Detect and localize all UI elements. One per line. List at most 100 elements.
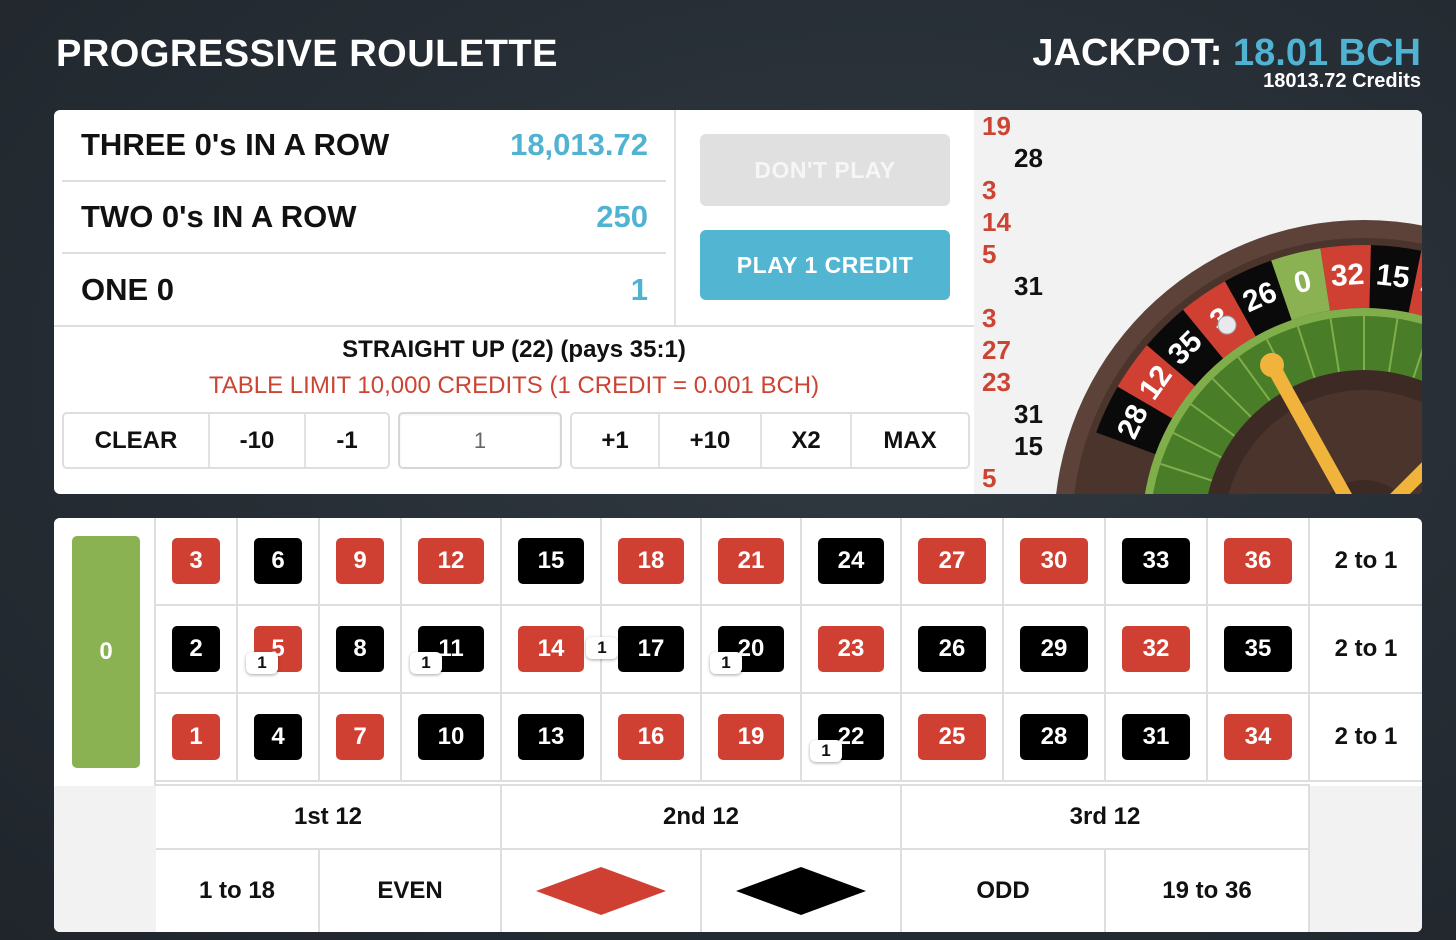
number-16[interactable]: 16 bbox=[618, 714, 684, 760]
dozen-bet-1[interactable]: 1st 12 bbox=[156, 784, 502, 848]
dozen-bet-2[interactable]: 2nd 12 bbox=[502, 784, 902, 848]
odd-bet[interactable]: ODD bbox=[902, 848, 1106, 932]
number-cell[interactable]: 30 bbox=[1004, 518, 1106, 606]
bet-chip[interactable]: 1 bbox=[410, 652, 442, 674]
bet-chip[interactable]: 1 bbox=[710, 652, 742, 674]
number-cell[interactable]: 23 bbox=[802, 606, 902, 694]
number-cell[interactable]: 33 bbox=[1106, 518, 1208, 606]
number-cell[interactable]: 26 bbox=[902, 606, 1004, 694]
number-cell[interactable]: 25 bbox=[902, 694, 1004, 782]
number-11[interactable]: 11 1 bbox=[410, 626, 484, 674]
low-bet[interactable]: 1 to 18 bbox=[156, 848, 320, 932]
number-cell[interactable]: 20 1 bbox=[702, 606, 802, 694]
column-bet[interactable]: 2 to 1 bbox=[1310, 518, 1422, 606]
number-cell[interactable]: 9 bbox=[320, 518, 402, 606]
number-15[interactable]: 15 bbox=[518, 538, 584, 584]
bet-chip[interactable]: 1 bbox=[246, 652, 278, 674]
increase-group: +1 +10 X2 MAX bbox=[570, 412, 970, 469]
number-cell[interactable]: 10 bbox=[402, 694, 502, 782]
number-cell[interactable]: 18 bbox=[602, 518, 702, 606]
number-10[interactable]: 10 bbox=[418, 714, 484, 760]
plus-10-button[interactable]: +10 bbox=[660, 414, 762, 467]
bet-chip[interactable]: 1 bbox=[810, 740, 842, 762]
number-24[interactable]: 24 bbox=[818, 538, 884, 584]
number-3[interactable]: 3 bbox=[172, 538, 220, 584]
number-cell[interactable]: 8 bbox=[320, 606, 402, 694]
number-cell[interactable]: 32 bbox=[1106, 606, 1208, 694]
number-cell[interactable]: 2 bbox=[156, 606, 238, 694]
number-0[interactable]: 0 bbox=[72, 536, 140, 768]
number-cell[interactable]: 27 bbox=[902, 518, 1004, 606]
even-bet[interactable]: EVEN bbox=[320, 848, 502, 932]
number-cell[interactable]: 12 bbox=[402, 518, 502, 606]
number-cell[interactable]: 6 bbox=[238, 518, 320, 606]
minus-1-button[interactable]: -1 bbox=[306, 414, 388, 467]
plus-1-button[interactable]: +1 bbox=[572, 414, 660, 467]
number-14[interactable]: 14 bbox=[518, 626, 584, 672]
dont-play-button[interactable]: DON'T PLAY bbox=[700, 134, 950, 206]
number-cell[interactable]: 19 bbox=[702, 694, 802, 782]
number-1[interactable]: 1 bbox=[172, 714, 220, 760]
number-cell[interactable]: 31 bbox=[1106, 694, 1208, 782]
play-button[interactable]: PLAY 1 CREDIT bbox=[700, 230, 950, 300]
prize-row: THREE 0's IN A ROW 18,013.72 bbox=[62, 110, 666, 182]
black-bet[interactable] bbox=[702, 848, 902, 932]
number-26[interactable]: 26 bbox=[918, 626, 986, 672]
column-bet[interactable]: 2 to 1 bbox=[1310, 694, 1422, 782]
x2-button[interactable]: X2 bbox=[762, 414, 852, 467]
number-27[interactable]: 27 bbox=[918, 538, 986, 584]
number-cell[interactable]: 1 bbox=[156, 694, 238, 782]
number-cell[interactable]: 21 bbox=[702, 518, 802, 606]
max-button[interactable]: MAX bbox=[852, 414, 968, 467]
number-4[interactable]: 4 bbox=[254, 714, 302, 760]
number-cell[interactable]: 51 bbox=[238, 606, 320, 694]
number-35[interactable]: 35 bbox=[1224, 626, 1292, 672]
number-cell[interactable]: 4 bbox=[238, 694, 320, 782]
bet-chip[interactable]: 1 bbox=[586, 637, 618, 659]
number-9[interactable]: 9 bbox=[336, 538, 384, 584]
number-7[interactable]: 7 bbox=[336, 714, 384, 760]
dozen-bet-3[interactable]: 3rd 12 bbox=[902, 784, 1310, 848]
number-19[interactable]: 19 bbox=[718, 714, 784, 760]
number-cell[interactable]: 11 1 bbox=[402, 606, 502, 694]
number-cell[interactable]: 22 1 bbox=[802, 694, 902, 782]
number-32[interactable]: 32 bbox=[1122, 626, 1190, 672]
number-6[interactable]: 6 bbox=[254, 538, 302, 584]
number-cell[interactable]: 36 bbox=[1208, 518, 1310, 606]
number-21[interactable]: 21 bbox=[718, 538, 784, 584]
number-29[interactable]: 29 bbox=[1020, 626, 1088, 672]
number-28[interactable]: 28 bbox=[1020, 714, 1088, 760]
number-cell[interactable]: 13 bbox=[502, 694, 602, 782]
number-18[interactable]: 18 bbox=[618, 538, 684, 584]
number-8[interactable]: 8 bbox=[336, 626, 384, 672]
number-cell[interactable]: 29 bbox=[1004, 606, 1106, 694]
number-34[interactable]: 34 bbox=[1224, 714, 1292, 760]
red-bet[interactable] bbox=[502, 848, 702, 932]
number-30[interactable]: 30 bbox=[1020, 538, 1088, 584]
number-13[interactable]: 13 bbox=[518, 714, 584, 760]
number-31[interactable]: 31 bbox=[1122, 714, 1190, 760]
number-cell[interactable]: 35 bbox=[1208, 606, 1310, 694]
column-bet[interactable]: 2 to 1 bbox=[1310, 606, 1422, 694]
number-33[interactable]: 33 bbox=[1122, 538, 1190, 584]
number-cell[interactable]: 16 bbox=[602, 694, 702, 782]
number-12[interactable]: 12 bbox=[418, 538, 484, 584]
number-cell[interactable]: 28 bbox=[1004, 694, 1106, 782]
number-25[interactable]: 25 bbox=[918, 714, 986, 760]
high-bet[interactable]: 19 to 36 bbox=[1106, 848, 1310, 932]
bet-amount-input[interactable] bbox=[398, 412, 562, 469]
number-17[interactable]: 17 bbox=[618, 626, 684, 672]
clear-button[interactable]: CLEAR bbox=[64, 414, 210, 467]
number-2[interactable]: 2 bbox=[172, 626, 220, 672]
number-cell[interactable]: 34 bbox=[1208, 694, 1310, 782]
number-22[interactable]: 22 1 bbox=[810, 714, 884, 762]
number-cell[interactable]: 7 bbox=[320, 694, 402, 782]
number-23[interactable]: 23 bbox=[818, 626, 884, 672]
number-5[interactable]: 51 bbox=[246, 626, 302, 674]
number-20[interactable]: 20 1 bbox=[710, 626, 784, 674]
minus-10-button[interactable]: -10 bbox=[210, 414, 306, 467]
number-cell[interactable]: 24 bbox=[802, 518, 902, 606]
number-36[interactable]: 36 bbox=[1224, 538, 1292, 584]
number-cell[interactable]: 15 bbox=[502, 518, 602, 606]
number-cell[interactable]: 3 bbox=[156, 518, 238, 606]
